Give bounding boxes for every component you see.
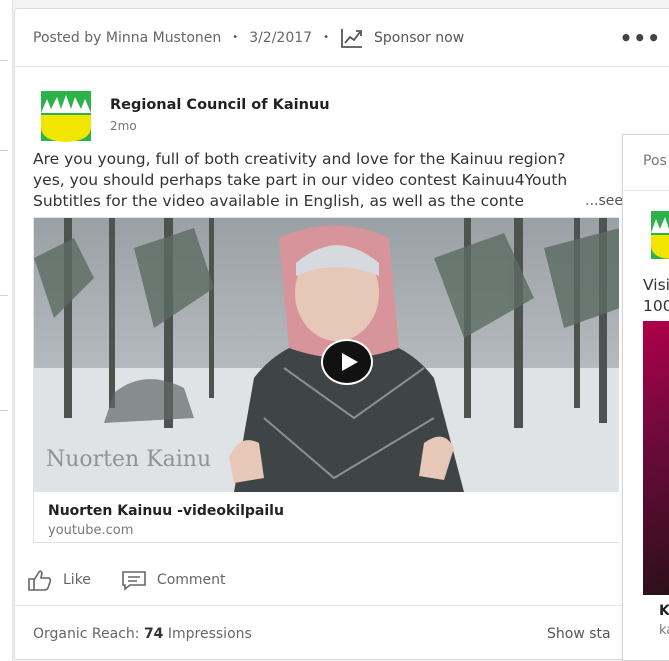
sidebar-divider [0, 60, 8, 61]
thumbs-up-icon [28, 570, 52, 591]
reach-unit: Impressions [167, 626, 252, 642]
sidebar-divider [0, 410, 8, 411]
like-button[interactable]: Like [27, 569, 91, 591]
reach-footer: Organic Reach: 74 Impressions Show sta [15, 605, 669, 659]
post-text-line: Subtitles for the video available in Eng… [33, 192, 525, 210]
comment-button[interactable]: Comment [121, 569, 226, 591]
header-separator: • [232, 32, 239, 43]
comment-label: Comment [156, 572, 226, 588]
second-post-text-line: 100 [643, 297, 669, 315]
reach-label: Organic Reach: [33, 626, 140, 642]
second-link-domain: ka [659, 623, 669, 638]
post-header: Posted by Minna Mustonen • 3/2/2017 • Sp… [15, 9, 669, 67]
see-more-link[interactable]: ...see [581, 191, 623, 212]
header-separator: • [323, 32, 329, 43]
play-icon[interactable] [321, 339, 373, 385]
show-stats-link[interactable]: Show sta [547, 626, 611, 642]
post-age: 2mo [110, 119, 137, 133]
second-post-text-line: Visi [643, 276, 669, 294]
second-post-thumbnail[interactable] [643, 321, 669, 595]
post-text-line: yes, you should perhaps take part in our… [33, 171, 568, 189]
sponsor-now-button[interactable]: Sponsor now [374, 30, 464, 46]
like-label: Like [63, 572, 91, 588]
video-overlay-text: Nuorten Kainu [46, 447, 211, 472]
link-domain: youtube.com [48, 523, 134, 538]
post-date: 3/2/2017 [249, 29, 313, 46]
comment-icon [122, 571, 146, 591]
post-actions: Like Comment [27, 565, 256, 595]
second-post-header: Pos [623, 135, 669, 191]
second-org-logo[interactable] [651, 211, 669, 259]
post-body: Are you young, full of both creativity a… [33, 149, 623, 212]
more-horizontal-icon[interactable]: ••• [620, 28, 661, 48]
second-link-title[interactable]: K [659, 603, 669, 619]
organic-reach: Organic Reach: 74 Impressions [33, 626, 252, 642]
post-text-line: Are you young, full of both creativity a… [33, 150, 566, 168]
link-title[interactable]: Nuorten Kainuu -videokilpailu [48, 503, 284, 519]
org-name-link[interactable]: Regional Council of Kainuu [110, 97, 330, 113]
sidebar-divider [0, 295, 8, 296]
reach-value: 74 [143, 626, 164, 642]
video-attachment[interactable]: Nuorten Kainu Nuorten Kainuu -videokilpa… [33, 217, 619, 543]
posted-by: Posted by Minna Mustonen [33, 29, 222, 46]
sidebar-divider [0, 150, 8, 151]
second-post-card: Pos Visi 100 K ka [622, 134, 669, 661]
feed-post-card: Posted by Minna Mustonen • 3/2/2017 • Sp… [14, 8, 669, 660]
left-sidebar-edge [0, 0, 13, 661]
org-logo[interactable] [39, 89, 93, 143]
trend-chart-icon[interactable] [340, 27, 364, 49]
second-post-body: Visi 100 [643, 275, 669, 317]
